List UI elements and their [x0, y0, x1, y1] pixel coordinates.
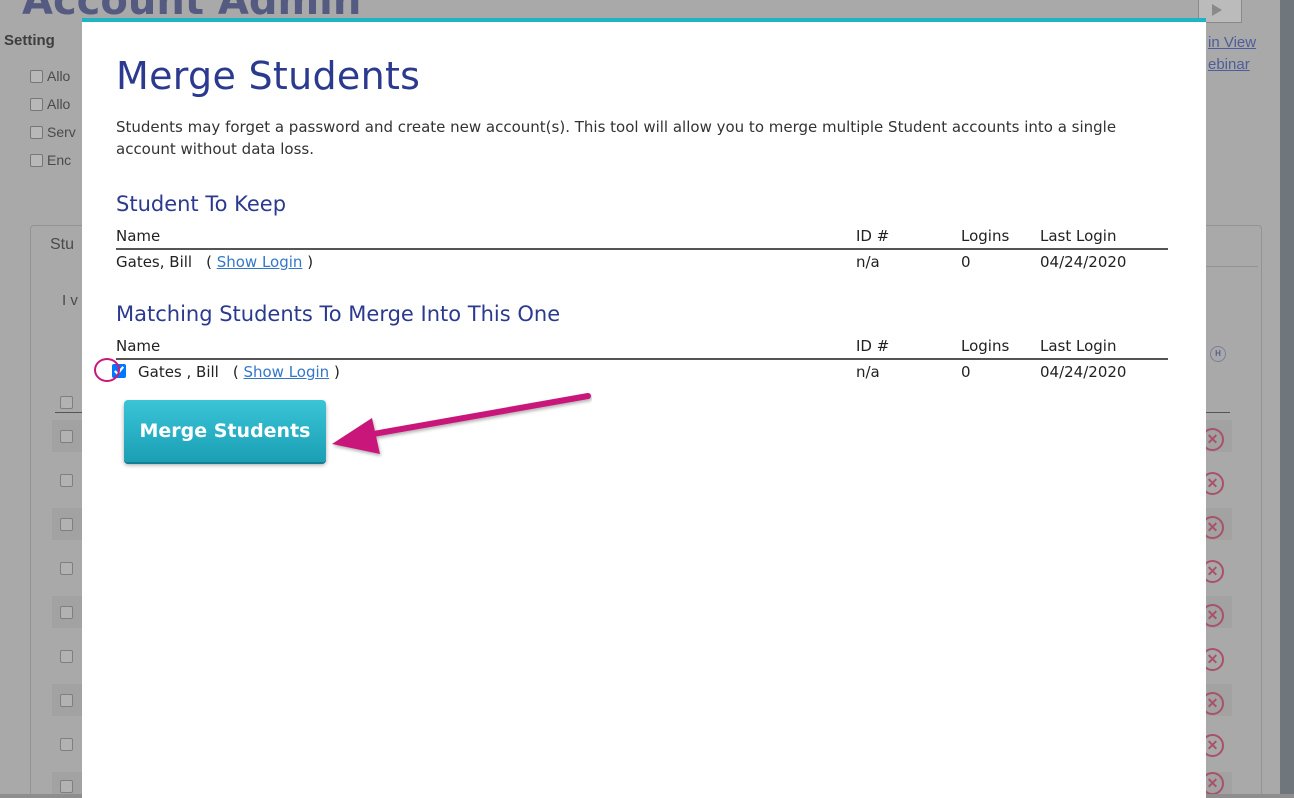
settings-label: Setting — [4, 32, 55, 49]
show-login-link[interactable]: Show Login — [243, 363, 329, 381]
scrollbar-track[interactable] — [1280, 0, 1294, 794]
student-name-cell: Gates, Bill ( Show Login ) — [116, 253, 314, 271]
table-row: Gates , Bill ( Show Login ) n/a 0 04/24/… — [94, 358, 1168, 388]
setting-option[interactable]: Serv — [30, 124, 76, 140]
merge-table: Name ID # Logins Last Login Gates , Bill… — [94, 334, 1168, 388]
merge-checkbox-wrap — [94, 358, 138, 384]
row-checkbox[interactable] — [60, 738, 73, 751]
student-last-login: 04/24/2020 — [1040, 363, 1127, 381]
table-header: Name ID # Logins Last Login — [116, 224, 1168, 250]
students-panel-subtext: I v — [62, 292, 78, 309]
col-header-last-login: Last Login — [1040, 337, 1117, 355]
play-icon — [1212, 4, 1222, 16]
col-header-logins: Logins — [961, 337, 1010, 355]
merge-students-button[interactable]: Merge Students — [124, 400, 326, 462]
col-header-name: Name — [116, 337, 161, 355]
select-all-checkbox[interactable] — [60, 396, 73, 409]
student-name: Gates , Bill — [138, 363, 219, 381]
checkbox[interactable] — [30, 153, 43, 167]
checkbox[interactable] — [30, 97, 43, 111]
col-header-last-login: Last Login — [1040, 227, 1117, 245]
row-checkbox[interactable] — [60, 780, 73, 793]
merge-students-modal: Merge Students Students may forget a pas… — [82, 18, 1206, 798]
col-header-id: ID # — [856, 227, 890, 245]
checkbox[interactable] — [30, 69, 43, 83]
row-checkbox[interactable] — [60, 650, 73, 663]
train-view-link[interactable]: in View — [1208, 34, 1256, 51]
setting-option[interactable]: Allo — [30, 68, 70, 84]
last-page-icon[interactable]: H — [1210, 346, 1226, 362]
student-name: Gates, Bill — [116, 253, 193, 271]
row-checkbox[interactable] — [60, 694, 73, 707]
col-header-id: ID # — [856, 337, 890, 355]
student-name-cell: Gates , Bill ( Show Login ) — [138, 363, 340, 381]
setting-option[interactable]: Enc — [30, 152, 71, 168]
row-checkbox[interactable] — [60, 518, 73, 531]
checkbox[interactable] — [30, 125, 43, 139]
col-header-logins: Logins — [961, 227, 1010, 245]
modal-description: Students may forget a password and creat… — [116, 118, 1117, 158]
table-row: Gates, Bill ( Show Login ) n/a 0 04/24/2… — [116, 250, 1168, 278]
setting-option[interactable]: Allo — [30, 96, 70, 112]
row-checkbox[interactable] — [60, 562, 73, 575]
show-login-link[interactable]: Show Login — [217, 253, 303, 271]
student-id: n/a — [856, 363, 880, 381]
annotation-arrow-icon — [332, 393, 591, 454]
keep-section-heading: Student To Keep — [116, 192, 287, 216]
keep-table: Name ID # Logins Last Login Gates, Bill … — [116, 224, 1168, 278]
student-last-login: 04/24/2020 — [1040, 253, 1127, 271]
table-header: Name ID # Logins Last Login — [116, 334, 1168, 360]
students-panel-title: Stu — [50, 236, 75, 253]
webinar-link[interactable]: ebinar — [1208, 56, 1250, 73]
row-checkbox[interactable] — [60, 606, 73, 619]
merge-student-checkbox[interactable] — [112, 364, 126, 378]
modal-title: Merge Students — [116, 54, 421, 98]
student-id: n/a — [856, 253, 880, 271]
row-checkbox[interactable] — [60, 474, 73, 487]
col-header-name: Name — [116, 227, 161, 245]
row-checkbox[interactable] — [60, 430, 73, 443]
merge-section-heading: Matching Students To Merge Into This One — [116, 302, 561, 326]
student-logins: 0 — [961, 363, 971, 381]
student-logins: 0 — [961, 253, 971, 271]
